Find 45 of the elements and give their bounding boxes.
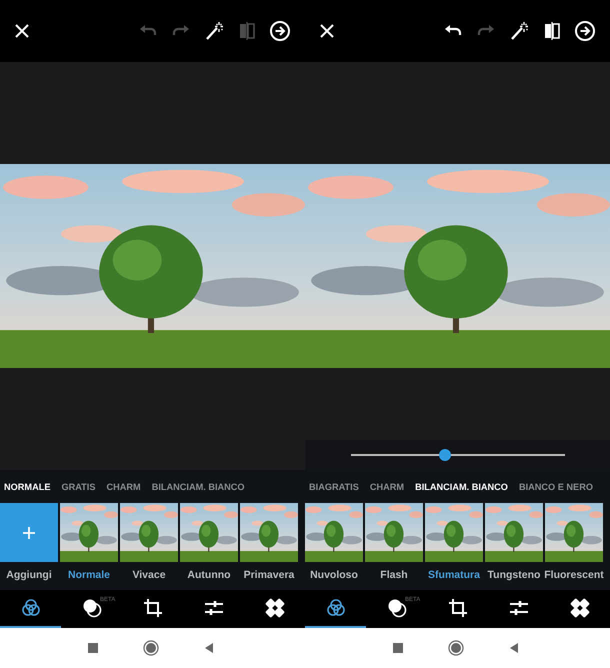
category-tab[interactable]: NORMALE [4,482,50,492]
filter-label[interactable]: Fluorescent [544,562,604,590]
magic-wand-icon[interactable] [203,20,225,42]
filter-label[interactable]: Vivace [132,562,166,590]
filter-thumbnail [60,503,118,562]
category-tab[interactable]: GRATIS [61,482,96,492]
crop-icon [142,597,164,619]
filter-label[interactable]: Aggiungi [6,562,52,590]
next-icon[interactable] [574,20,596,42]
filter-label[interactable]: Primavera [244,562,294,590]
filter-label[interactable]: Flash [380,562,408,590]
filter-label[interactable]: Normale [68,562,110,590]
filter-thumbnail [180,503,238,562]
filters-icon [20,597,42,619]
crop-icon [446,597,468,619]
category-tab[interactable]: CHARM [370,482,404,492]
bandage-icon [568,597,590,619]
blend-icon [386,597,408,619]
filter-label[interactable]: Nuvoloso [310,562,358,590]
square-icon[interactable] [86,641,100,655]
home-icon[interactable] [448,640,464,656]
filters-icon [324,597,346,619]
magic-wand-icon[interactable] [508,20,530,42]
bandage-icon [264,597,286,619]
filter-label[interactable]: Autunno [187,562,231,590]
home-icon[interactable] [143,640,159,656]
filter-thumbnail [425,503,483,562]
filter-thumbnail [120,503,178,562]
filter-thumbnail [485,503,543,562]
next-icon[interactable] [269,20,291,42]
category-tab[interactable]: BIAGRATIS [309,482,359,492]
plus-icon [22,526,36,540]
category-tab[interactable]: BILANCIAM. BIANCO [152,482,245,492]
filter-thumbnail [545,503,603,562]
filter-label[interactable]: Tungsteno [488,562,540,590]
slider-thumb[interactable] [438,449,451,461]
category-tab[interactable]: BILANCIAM. BIANCO [415,482,508,492]
blend-icon [80,597,102,619]
filter-thumbnail [365,503,423,562]
filter-thumbnail [305,503,363,562]
category-tab[interactable]: CHARM [106,482,141,492]
filter-thumbnail [240,503,298,562]
square-icon[interactable] [391,641,405,655]
category-tab[interactable]: BIANCO E NERO [518,482,593,492]
filter-label[interactable]: Sfumatura [428,562,480,590]
